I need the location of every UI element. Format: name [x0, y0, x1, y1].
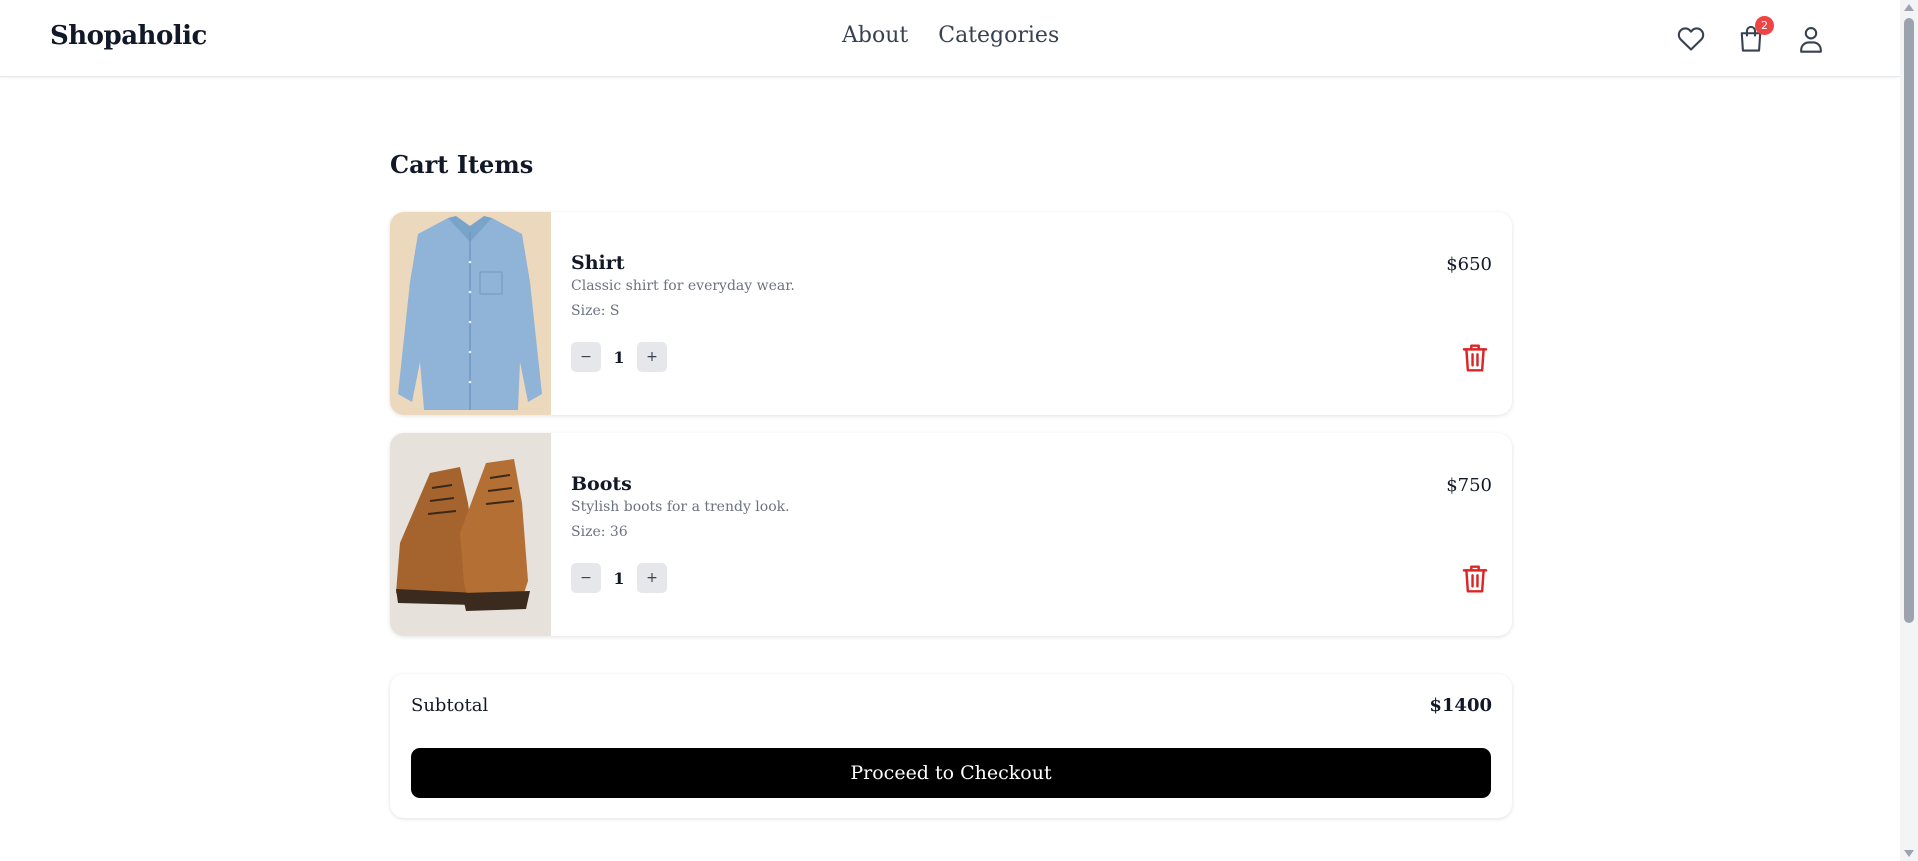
heart-icon [1677, 27, 1705, 51]
cart-item: Shirt Classic shirt for everyday wear. S… [390, 212, 1512, 415]
wishlist-button[interactable] [1672, 20, 1710, 58]
quantity-stepper: − 1 + [571, 342, 667, 372]
user-icon [1800, 26, 1822, 53]
nav-link-about[interactable]: About [842, 23, 908, 48]
decrease-quantity-button[interactable]: − [571, 563, 601, 593]
item-description: Stylish boots for a trendy look. [571, 499, 790, 515]
header-icons: 2 [1672, 16, 1830, 58]
cart-count-badge: 2 [1755, 16, 1774, 35]
scroll-thumb[interactable] [1904, 18, 1914, 623]
shirt-product-image [390, 212, 551, 415]
item-name: Boots [571, 473, 632, 495]
site-header: Shopaholic About Categories 2 [0, 0, 1900, 77]
nav-link-categories[interactable]: Categories [938, 23, 1059, 48]
trash-icon[interactable] [1460, 563, 1490, 595]
subtotal-value: $1400 [1429, 695, 1492, 716]
item-price: $750 [1446, 475, 1492, 496]
cart-button[interactable]: 2 [1732, 16, 1774, 58]
decrease-quantity-button[interactable]: − [571, 342, 601, 372]
quantity-value: 1 [613, 568, 625, 588]
checkout-button[interactable]: Proceed to Checkout [411, 748, 1491, 798]
subtotal-label: Subtotal [411, 695, 489, 716]
site-logo[interactable]: Shopaholic [50, 21, 207, 51]
quantity-value: 1 [613, 347, 625, 367]
item-description: Classic shirt for everyday wear. [571, 278, 795, 294]
boots-product-image [390, 433, 551, 636]
item-name: Shirt [571, 252, 625, 274]
main-nav: About Categories [842, 23, 1059, 48]
order-summary: Subtotal $1400 Proceed to Checkout [390, 674, 1512, 818]
cart-item: Boots Stylish boots for a trendy look. S… [390, 433, 1512, 636]
scroll-down-arrow[interactable] [1904, 850, 1914, 857]
scroll-up-arrow[interactable] [1904, 4, 1914, 11]
increase-quantity-button[interactable]: + [637, 563, 667, 593]
increase-quantity-button[interactable]: + [637, 342, 667, 372]
item-price: $650 [1446, 254, 1492, 275]
item-size: Size: 36 [571, 524, 628, 540]
item-size: Size: S [571, 303, 620, 319]
trash-icon[interactable] [1460, 342, 1490, 374]
page-title: Cart Items [390, 150, 534, 179]
quantity-stepper: − 1 + [571, 563, 667, 593]
account-button[interactable] [1792, 20, 1830, 58]
page-scrollbar[interactable] [1900, 0, 1918, 861]
